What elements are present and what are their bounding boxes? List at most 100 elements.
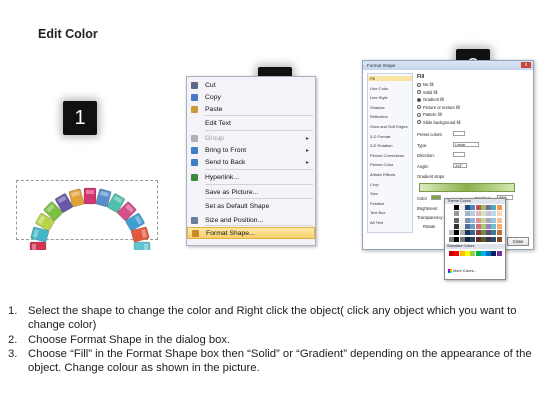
sidebar-item-shadow[interactable]: Shadow [370,105,384,110]
fill-option-gradient-fill[interactable]: Gradient fill [417,97,444,102]
standard-color-swatch[interactable] [491,251,497,256]
standard-color-swatch[interactable] [470,251,476,256]
theme-color-swatch[interactable] [480,211,486,217]
arch-block[interactable] [133,241,151,250]
theme-color-swatch[interactable] [486,205,492,210]
theme-color-swatch[interactable] [486,217,492,223]
theme-color-swatch[interactable] [496,230,502,236]
menu-item-copy[interactable]: Copy [187,91,315,103]
sidebar-item-3-d-rotation[interactable]: 3-D Rotation [370,143,392,148]
radio-button[interactable] [417,82,421,87]
close-button[interactable]: Close [507,237,529,246]
menu-item-paste[interactable]: Paste [187,103,315,115]
theme-color-swatch[interactable] [470,236,476,242]
theme-color-swatch[interactable] [496,211,502,217]
menu-item-cut[interactable]: Cut [187,79,315,91]
fill-option-no-fill[interactable]: No fill [417,82,433,87]
gradient-stops-bar[interactable] [419,183,515,192]
menu-item-hyperlink[interactable]: Hyperlink... [187,171,315,183]
theme-color-swatch[interactable] [470,211,476,217]
sidebar-item-glow-and-soft-edges[interactable]: Glow and Soft Edges [370,124,408,129]
theme-color-swatch[interactable] [459,205,465,210]
theme-color-swatch[interactable] [470,223,476,229]
theme-color-swatch[interactable] [491,217,497,223]
dialog-close-button[interactable]: x [521,62,531,68]
fill-option-picture-or-texture-fill[interactable]: Picture or texture fill [417,105,460,110]
sidebar-item-reflection[interactable]: Reflection [370,114,388,119]
preset-colors-dropdown[interactable] [453,131,465,136]
sidebar-item-position[interactable]: Position [370,201,384,206]
standard-color-swatch[interactable] [496,251,502,256]
fill-option-slide-background-fill[interactable]: Slide background fill [417,120,460,125]
theme-color-swatch[interactable] [449,217,454,223]
theme-color-swatch[interactable] [475,236,481,242]
theme-color-swatch[interactable] [491,236,497,242]
theme-color-swatch[interactable] [459,217,465,223]
theme-color-swatch[interactable] [491,223,497,229]
theme-color-swatch[interactable] [496,236,502,242]
arch-block[interactable] [29,241,47,250]
sidebar-item-text-box[interactable]: Text Box [370,210,385,215]
sidebar-item-size[interactable]: Size [370,191,378,196]
menu-item-bring-to-front[interactable]: Bring to Front ▸ [187,144,315,156]
radio-button[interactable] [417,105,421,109]
theme-color-swatch[interactable] [475,223,481,229]
standard-color-swatch[interactable] [486,251,492,256]
theme-color-swatch[interactable] [480,230,486,236]
theme-color-swatch[interactable] [454,230,460,236]
fill-option-pattern-fill[interactable]: Pattern fill [417,112,442,117]
sidebar-item-picture-color[interactable]: Picture Color [370,162,393,167]
theme-color-swatch[interactable] [459,230,465,236]
theme-color-swatch[interactable] [475,211,481,217]
menu-item-format-shape[interactable]: Format Shape... [187,227,315,239]
color-button[interactable] [431,195,441,200]
block-arch[interactable] [10,170,170,250]
theme-color-swatch[interactable] [454,217,460,223]
standard-color-swatch[interactable] [449,251,454,256]
theme-color-swatch[interactable] [449,205,454,210]
sidebar-item-line-color[interactable]: Line Color [370,86,388,91]
standard-color-swatch[interactable] [480,251,486,256]
standard-color-swatch[interactable] [464,251,470,256]
theme-color-swatch[interactable] [486,230,492,236]
theme-color-swatch[interactable] [480,205,486,210]
radio-button[interactable] [417,90,421,94]
theme-color-swatch[interactable] [464,230,470,236]
direction-dropdown[interactable] [453,152,465,157]
theme-color-swatch[interactable] [464,211,470,217]
theme-color-swatch[interactable] [449,230,454,236]
theme-color-swatch[interactable] [496,205,502,210]
menu-item-send-to-back[interactable]: Send to Back ▸ [187,156,315,168]
theme-color-swatch[interactable] [480,223,486,229]
theme-color-swatch[interactable] [454,236,460,242]
angle-input[interactable]: 315° [453,163,467,168]
theme-color-swatch[interactable] [464,217,470,223]
theme-color-swatch[interactable] [486,236,492,242]
theme-color-swatch[interactable] [475,230,481,236]
theme-color-swatch[interactable] [449,223,454,229]
sidebar-item-alt-text[interactable]: Alt Text [370,220,383,225]
theme-color-swatch[interactable] [459,211,465,217]
theme-color-swatch[interactable] [496,223,502,229]
theme-color-swatch[interactable] [475,217,481,223]
theme-color-swatch[interactable] [454,211,460,217]
theme-color-swatch[interactable] [470,217,476,223]
theme-color-swatch[interactable] [486,223,492,229]
arch-block[interactable] [83,187,97,205]
theme-color-swatch[interactable] [449,211,454,217]
menu-item-set-as-default-shape[interactable]: Set as Default Shape [187,200,315,212]
theme-color-swatch[interactable] [491,205,497,210]
theme-color-swatch[interactable] [464,223,470,229]
theme-color-swatch[interactable] [459,236,465,242]
sidebar-item-artistic-effects[interactable]: Artistic Effects [370,172,395,177]
theme-color-swatch[interactable] [470,230,476,236]
theme-color-swatch[interactable] [491,211,497,217]
theme-color-swatch[interactable] [459,223,465,229]
fill-option-solid-fill[interactable]: Solid fill [417,90,437,95]
theme-color-swatch[interactable] [464,205,470,210]
theme-color-swatch[interactable] [449,236,454,242]
more-colors-link[interactable]: More Colors... [453,269,477,273]
theme-color-swatch[interactable] [480,236,486,242]
standard-color-swatch[interactable] [459,251,465,256]
sidebar-item-fill[interactable]: Fill [368,76,412,81]
